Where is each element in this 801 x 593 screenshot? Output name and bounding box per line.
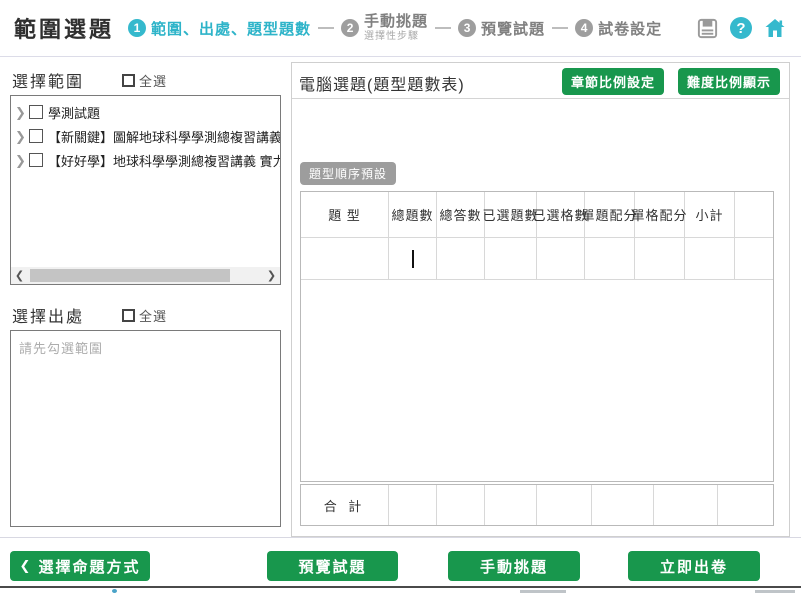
step-2-manual-pick[interactable]: 2 手動挑題 選擇性步驟 bbox=[341, 14, 428, 42]
chapter-ratio-button[interactable]: 章節比例設定 bbox=[562, 68, 664, 95]
col-points-per-question: 單題配分 bbox=[585, 192, 635, 238]
cell-selected-questions[interactable] bbox=[485, 238, 537, 280]
generate-paper-button[interactable]: 立即出卷 bbox=[628, 551, 760, 581]
step-4-paper-settings[interactable]: 4 試卷設定 bbox=[575, 18, 662, 39]
range-section-title: 選擇範圍 bbox=[12, 68, 84, 92]
text-cursor bbox=[412, 250, 414, 268]
source-list-panel[interactable]: 請先勾選範圍 bbox=[10, 330, 281, 527]
total-cell bbox=[389, 485, 437, 525]
source-select-all[interactable]: 全選 bbox=[122, 306, 167, 325]
scrollbar-track[interactable] bbox=[28, 267, 263, 284]
underlying-page-edge bbox=[0, 586, 801, 592]
scroll-right-icon[interactable]: ❯ bbox=[263, 269, 280, 282]
tree-item-new-key-book[interactable]: ❯ 【新關鍵】圖解地球科學學測總複習講義 bbox=[11, 124, 280, 148]
back-to-method-button[interactable]: ❮ 選擇命題方式 bbox=[10, 551, 150, 581]
manual-pick-button[interactable]: 手動挑題 bbox=[448, 551, 580, 581]
col-total-questions: 總題數 bbox=[389, 192, 437, 238]
chevron-left-icon: ❮ bbox=[20, 558, 33, 574]
col-selected-questions: 已選題數 bbox=[485, 192, 537, 238]
step-3-preview[interactable]: 3 預覽試題 bbox=[458, 18, 545, 39]
total-label: 合 計 bbox=[301, 485, 389, 525]
table-header-row: 題 型 總題數 總答數 已選題數 已選格數 單題配分 單格配分 小計 bbox=[301, 192, 773, 238]
help-icon[interactable]: ? bbox=[729, 16, 753, 40]
cell-question-type[interactable] bbox=[301, 238, 389, 280]
chevron-right-icon[interactable]: ❯ bbox=[15, 130, 27, 143]
total-cell bbox=[592, 485, 654, 525]
col-points-per-blank: 單格配分 bbox=[635, 192, 685, 238]
cell-subtotal[interactable] bbox=[685, 238, 735, 280]
cell-points-per-blank[interactable] bbox=[635, 238, 685, 280]
tree-item-checkbox[interactable] bbox=[29, 105, 43, 119]
step-divider bbox=[435, 27, 451, 29]
tree-item-good-learn-book[interactable]: ❯ 【好好學】地球科學學測總複習講義 實力 bbox=[11, 148, 280, 172]
col-subtotal: 小計 bbox=[685, 192, 735, 238]
home-icon[interactable] bbox=[763, 16, 787, 40]
range-select-all[interactable]: 全選 bbox=[122, 71, 167, 90]
horizontal-scrollbar[interactable]: ❮ ❯ bbox=[11, 267, 280, 284]
save-icon[interactable] bbox=[695, 16, 719, 40]
step-1-label: 範圍、出處、題型題數 bbox=[151, 18, 311, 39]
step-3-number: 3 bbox=[458, 19, 476, 37]
scrollbar-thumb[interactable] bbox=[30, 269, 230, 282]
tree-item-checkbox[interactable] bbox=[29, 153, 43, 167]
wizard-stepper: 1 範圍、出處、題型題數 2 手動挑題 選擇性步驟 3 預覽試題 4 試卷設定 bbox=[128, 14, 662, 42]
col-selected-blanks: 已選格數 bbox=[537, 192, 585, 238]
tree-item-checkbox[interactable] bbox=[29, 129, 43, 143]
total-cell bbox=[537, 485, 592, 525]
total-cell bbox=[654, 485, 718, 525]
step-4-number: 4 bbox=[575, 19, 593, 37]
step-4-label: 試卷設定 bbox=[598, 18, 662, 39]
panel-title: 電腦選題(題型題數表) bbox=[299, 71, 465, 95]
chevron-right-icon[interactable]: ❯ bbox=[15, 106, 27, 119]
step-1-range[interactable]: 1 範圍、出處、題型題數 bbox=[128, 18, 311, 39]
table-body-row bbox=[301, 238, 773, 280]
range-select-all-checkbox[interactable] bbox=[122, 74, 135, 87]
tree-item-exam-questions[interactable]: ❯ 學測試題 bbox=[11, 100, 280, 124]
step-2-label: 手動挑題 bbox=[364, 14, 428, 31]
question-type-table: 題 型 總題數 總答數 已選題數 已選格數 單題配分 單格配分 小計 bbox=[300, 191, 774, 482]
col-question-type: 題 型 bbox=[301, 192, 389, 238]
step-1-number: 1 bbox=[128, 19, 146, 37]
total-cell bbox=[485, 485, 537, 525]
step-divider bbox=[318, 27, 334, 29]
cell-empty bbox=[735, 238, 773, 280]
page-title: 範圍選題 bbox=[14, 12, 114, 44]
step-2-number: 2 bbox=[341, 19, 359, 37]
col-empty bbox=[735, 192, 773, 238]
cell-total-answers[interactable] bbox=[437, 238, 485, 280]
total-row: 合 計 bbox=[300, 484, 774, 526]
scroll-left-icon[interactable]: ❮ bbox=[11, 269, 28, 282]
cell-total-questions-input[interactable] bbox=[389, 238, 437, 280]
source-select-all-checkbox[interactable] bbox=[122, 309, 135, 322]
cell-selected-blanks[interactable] bbox=[537, 238, 585, 280]
source-placeholder-text: 請先勾選範圍 bbox=[11, 331, 280, 364]
step-2-sublabel: 選擇性步驟 bbox=[364, 31, 428, 42]
page-edge-fragment bbox=[112, 589, 117, 593]
col-total-answers: 總答數 bbox=[437, 192, 485, 238]
difficulty-ratio-button[interactable]: 難度比例顯示 bbox=[678, 68, 780, 95]
computer-selection-panel: 電腦選題(題型題數表) 章節比例設定 難度比例顯示 題型順序預設 題 型 總題數… bbox=[291, 62, 790, 537]
range-tree-panel: ❯ 學測試題 ❯ 【新關鍵】圖解地球科學學測總複習講義 ❯ 【好好學】地球科學學… bbox=[10, 95, 281, 285]
question-order-preset-tab[interactable]: 題型順序預設 bbox=[300, 162, 396, 185]
chevron-right-icon[interactable]: ❯ bbox=[15, 154, 27, 167]
top-header-bar: 範圍選題 1 範圍、出處、題型題數 2 手動挑題 選擇性步驟 3 預覽試題 4 … bbox=[0, 0, 801, 57]
source-section-title: 選擇出處 bbox=[12, 303, 84, 327]
step-divider bbox=[552, 27, 568, 29]
cell-points-per-question[interactable] bbox=[585, 238, 635, 280]
preview-questions-button[interactable]: 預覽試題 bbox=[267, 551, 398, 581]
step-3-label: 預覽試題 bbox=[481, 18, 545, 39]
total-cell bbox=[437, 485, 485, 525]
total-cell bbox=[718, 485, 773, 525]
footer-divider bbox=[0, 537, 801, 538]
